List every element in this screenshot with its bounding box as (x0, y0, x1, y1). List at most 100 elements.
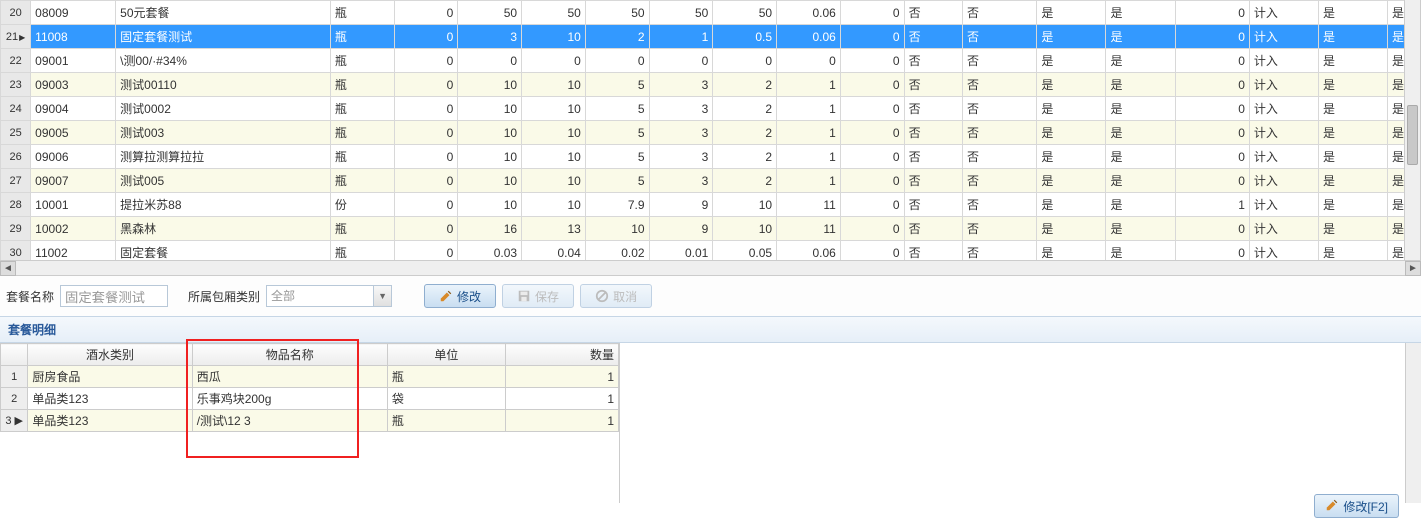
cell-name[interactable]: 黑森林 (116, 217, 331, 241)
cell-value[interactable]: 50 (585, 1, 649, 25)
cancel-button[interactable]: 取消 (580, 284, 652, 308)
cell-unit[interactable]: 瓶 (330, 73, 394, 97)
cell-value[interactable]: 13 (522, 217, 586, 241)
row-number[interactable]: 23 (1, 73, 31, 97)
cell-code[interactable]: 09007 (31, 169, 116, 193)
cell-value[interactable]: 0 (840, 25, 904, 49)
cell-code[interactable]: 10002 (31, 217, 116, 241)
cell-flag[interactable]: 否 (904, 73, 962, 97)
cell-value[interactable]: 3 (458, 25, 522, 49)
cell-flag[interactable]: 否 (904, 121, 962, 145)
cell-value[interactable]: 0.04 (522, 241, 586, 261)
cell-unit[interactable]: 瓶 (330, 217, 394, 241)
table-row[interactable]: 2910002黑森林瓶0161310910110否否是是0计入是是 (1, 217, 1420, 241)
main-vertical-scrollbar[interactable] (1404, 0, 1420, 260)
detail-col-item[interactable]: 物品名称 (192, 344, 387, 366)
detail-cell-unit[interactable]: 瓶 (387, 410, 505, 432)
cell-flag[interactable]: 计入 (1249, 1, 1318, 25)
cell-value[interactable]: 50 (713, 1, 777, 25)
cell-flag[interactable]: 否 (904, 241, 962, 261)
row-number[interactable]: 29 (1, 217, 31, 241)
detail-cell-unit[interactable]: 瓶 (387, 366, 505, 388)
cell-value[interactable]: 10 (522, 169, 586, 193)
row-number[interactable]: 24 (1, 97, 31, 121)
cell-flag[interactable]: 是 (1037, 49, 1106, 73)
cell-flag[interactable]: 否 (963, 241, 1037, 261)
cell-code[interactable]: 09005 (31, 121, 116, 145)
cell-flag[interactable]: 是 (1318, 121, 1387, 145)
cell-name[interactable]: \测00/·#34% (116, 49, 331, 73)
main-grid[interactable]: 200800950元套餐瓶050505050500.060否否是是0计入是是21… (0, 0, 1421, 260)
room-type-combo[interactable]: 全部 ▼ (266, 285, 392, 307)
cell-flag[interactable]: 否 (963, 97, 1037, 121)
cell-flag[interactable]: 是 (1037, 25, 1106, 49)
cell-value[interactable]: 0 (840, 73, 904, 97)
cell-value[interactable]: 0 (1175, 145, 1249, 169)
cell-value[interactable]: 3 (649, 145, 713, 169)
table-row[interactable]: 200800950元套餐瓶050505050500.060否否是是0计入是是 (1, 1, 1420, 25)
cell-value[interactable]: 5 (585, 169, 649, 193)
save-button[interactable]: 保存 (502, 284, 574, 308)
cell-flag[interactable]: 否 (904, 193, 962, 217)
detail-col-qty[interactable]: 数量 (505, 344, 618, 366)
cell-flag[interactable]: 是 (1106, 49, 1175, 73)
cell-value[interactable]: 1 (777, 145, 841, 169)
table-row[interactable]: 2111008固定套餐测试瓶0310210.50.060否否是是0计入是是 (1, 25, 1420, 49)
cell-value[interactable]: 5 (585, 121, 649, 145)
cell-unit[interactable]: 瓶 (330, 97, 394, 121)
cell-value[interactable]: 10 (522, 121, 586, 145)
cell-flag[interactable]: 是 (1318, 169, 1387, 193)
cell-flag[interactable]: 计入 (1249, 73, 1318, 97)
cell-value[interactable]: 0 (840, 241, 904, 261)
cell-value[interactable]: 11 (777, 193, 841, 217)
table-row[interactable]: 2209001\测00/·#34%瓶00000000否否是是0计入是是 (1, 49, 1420, 73)
cell-value[interactable]: 0 (649, 49, 713, 73)
cell-unit[interactable]: 瓶 (330, 169, 394, 193)
cell-value[interactable]: 7.9 (585, 193, 649, 217)
cell-value[interactable]: 0 (522, 49, 586, 73)
cell-flag[interactable]: 是 (1318, 217, 1387, 241)
row-number[interactable]: 22 (1, 49, 31, 73)
cell-value[interactable]: 0 (1175, 73, 1249, 97)
cell-flag[interactable]: 计入 (1249, 25, 1318, 49)
cell-value[interactable]: 0 (840, 193, 904, 217)
cell-code[interactable]: 09001 (31, 49, 116, 73)
cell-flag[interactable]: 是 (1037, 97, 1106, 121)
cell-value[interactable]: 2 (713, 121, 777, 145)
table-row[interactable]: 3011002固定套餐瓶00.030.040.020.010.050.060否否… (1, 241, 1420, 261)
cell-value[interactable]: 11 (777, 217, 841, 241)
cell-value[interactable]: 0.02 (585, 241, 649, 261)
cell-name[interactable]: 固定套餐测试 (116, 25, 331, 49)
cell-flag[interactable]: 否 (963, 73, 1037, 97)
cell-value[interactable]: 1 (649, 25, 713, 49)
detail-cell-cat[interactable]: 单品类123 (28, 410, 192, 432)
cell-value[interactable]: 3 (649, 121, 713, 145)
cell-value[interactable]: 0 (777, 49, 841, 73)
cell-value[interactable]: 0.06 (777, 25, 841, 49)
cell-name[interactable]: 测试003 (116, 121, 331, 145)
cell-value[interactable]: 1 (777, 169, 841, 193)
cell-value[interactable]: 5 (585, 97, 649, 121)
scroll-left-icon[interactable]: ◄ (0, 261, 16, 276)
cell-flag[interactable]: 是 (1037, 73, 1106, 97)
cell-value[interactable]: 3 (649, 73, 713, 97)
cell-value[interactable]: 10 (522, 73, 586, 97)
cell-value[interactable]: 5 (585, 145, 649, 169)
cell-value[interactable]: 0 (394, 49, 458, 73)
cell-name[interactable]: 50元套餐 (116, 1, 331, 25)
cell-value[interactable]: 0 (840, 169, 904, 193)
cell-value[interactable]: 10 (585, 217, 649, 241)
cell-flag[interactable]: 是 (1318, 73, 1387, 97)
cell-unit[interactable]: 瓶 (330, 49, 394, 73)
cell-value[interactable]: 2 (713, 145, 777, 169)
cell-value[interactable]: 0 (394, 97, 458, 121)
cell-flag[interactable]: 否 (963, 25, 1037, 49)
cell-value[interactable]: 9 (649, 193, 713, 217)
cell-code[interactable]: 09003 (31, 73, 116, 97)
cell-value[interactable]: 0 (394, 169, 458, 193)
cell-flag[interactable]: 是 (1318, 145, 1387, 169)
cell-name[interactable]: 测算拉测算拉拉 (116, 145, 331, 169)
cell-unit[interactable]: 瓶 (330, 241, 394, 261)
cell-value[interactable]: 10 (713, 217, 777, 241)
table-row[interactable]: 2609006测算拉测算拉拉瓶0101053210否否是是0计入是是 (1, 145, 1420, 169)
